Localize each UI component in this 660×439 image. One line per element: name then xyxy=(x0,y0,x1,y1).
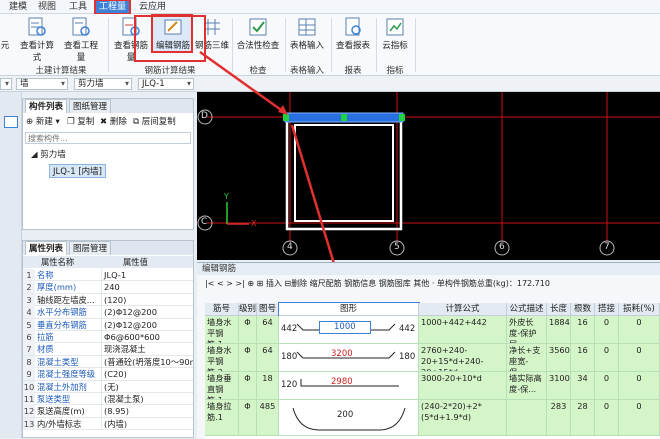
grid-header-cell: 长度 xyxy=(547,303,571,316)
grid-cell-fig[interactable]: 485 xyxy=(257,400,279,436)
grid-cell-grade[interactable]: Φ xyxy=(239,372,257,400)
rebar-grid: 筋号 级别 图号 图形 计算公式 公式描述 长度 根数 搭接 损耗(%) 墙身水平钢筋.1 Φ 64 4… xyxy=(205,302,660,439)
shape-right-value[interactable]: 442 xyxy=(399,324,415,335)
grid-cell-formula[interactable]: 2760+240-20+15*d+240-20+15*d xyxy=(419,344,507,372)
grid-cell-desc[interactable] xyxy=(507,400,547,436)
grid-cell-lap[interactable]: 0 xyxy=(595,400,619,436)
grid-cell-count[interactable]: 16 xyxy=(571,344,595,372)
grid-header-cell: 筋号 xyxy=(205,303,239,316)
grid-header-cell: 图形 xyxy=(278,302,420,317)
grid-cell-formula[interactable]: 3000-20+10*d xyxy=(419,372,507,400)
rebar-editor-panel: 编辑钢筋 |< < > >| ⊕ ⊞ 插入 ⊟删除 缩尺配筋 钢筋信息 钢筋图库… xyxy=(197,262,660,439)
grid-cell-grade[interactable]: Φ xyxy=(239,400,257,436)
grid-cell-name[interactable]: 墙身垂直钢筋.1 xyxy=(205,372,239,400)
shape-mid-value[interactable]: 200 xyxy=(337,410,353,421)
grid-header-cell: 搭接 xyxy=(595,303,619,316)
grid-cell-loss[interactable]: 0 xyxy=(619,316,660,344)
grid-cell-count[interactable]: 28 xyxy=(571,400,595,436)
shape-mid-value[interactable]: 1000 xyxy=(319,321,371,334)
grid-header-cell: 损耗(%) xyxy=(619,303,660,316)
grid-header-cell: 计算公式 xyxy=(419,303,507,316)
grid-cell-loss[interactable]: 0 xyxy=(619,344,660,372)
grid-cell-len[interactable]: 3560 xyxy=(547,344,571,372)
rebar-shape-cell[interactable]: 180 3200 180 xyxy=(279,344,419,372)
shape-mid-value[interactable]: 2980 xyxy=(331,377,353,388)
grid-cell-fig[interactable]: 64 xyxy=(257,344,279,372)
grid-cell-lap[interactable]: 0 xyxy=(595,372,619,400)
grid-cell-count[interactable]: 16 xyxy=(571,316,595,344)
grid-cell-formula[interactable]: 1000+442+442 xyxy=(419,316,507,344)
shape-left-value[interactable]: 180 xyxy=(281,352,297,363)
grid-cell-lap[interactable]: 0 xyxy=(595,316,619,344)
grid-header-cell: 级别 xyxy=(239,303,257,316)
rebar-shape-cell[interactable]: 120 2980 xyxy=(279,372,419,400)
grid-cell-len[interactable]: 283 xyxy=(547,400,571,436)
rebar-shape-cell[interactable]: 442 1000 442 xyxy=(279,316,419,344)
grid-cell-formula[interactable]: (240-2*20)+2*(5*d+1.9*d) xyxy=(419,400,507,436)
grid-cell-loss[interactable]: 0 xyxy=(619,372,660,400)
grid-cell-desc[interactable]: 外皮长度-保护层... xyxy=(507,316,547,344)
grid-cell-name[interactable]: 墙身水平钢筋.2 xyxy=(205,344,239,372)
grid-cell-name[interactable]: 墙身水平钢筋.1 xyxy=(205,316,239,344)
shape-left-value[interactable]: 442 xyxy=(281,324,297,335)
grid-cell-fig[interactable]: 64 xyxy=(257,316,279,344)
grid-cell-count[interactable]: 34 xyxy=(571,372,595,400)
grid-cell-len[interactable]: 1884 xyxy=(547,316,571,344)
grid-cell-grade[interactable]: Φ xyxy=(239,316,257,344)
editor-title: 编辑钢筋 xyxy=(197,263,660,275)
rebar-shape-cell[interactable]: 200 xyxy=(279,400,419,436)
shape-left-value[interactable]: 120 xyxy=(281,380,297,391)
grid-header-cell: 根数 xyxy=(571,303,595,316)
editor-toolbar[interactable]: |< < > >| ⊕ ⊞ 插入 ⊟删除 缩尺配筋 钢筋信息 钢筋图库 其他 ·… xyxy=(205,277,660,291)
grid-cell-name[interactable]: 墙身拉筋.1 xyxy=(205,400,239,436)
grid-cell-desc[interactable]: 墙实际高度-保... xyxy=(507,372,547,400)
grid-cell-loss[interactable]: 0 xyxy=(619,400,660,436)
grid-cell-lap[interactable]: 0 xyxy=(595,344,619,372)
grid-cell-desc[interactable]: 净长+支座宽-保... xyxy=(507,344,547,372)
grid-cell-fig[interactable]: 18 xyxy=(257,372,279,400)
shape-right-value[interactable]: 180 xyxy=(399,352,415,363)
grid-header-cell: 图号 xyxy=(257,303,279,316)
grid-cell-grade[interactable]: Φ xyxy=(239,344,257,372)
grid-cell-len[interactable]: 3100 xyxy=(547,372,571,400)
shape-mid-value[interactable]: 3200 xyxy=(331,349,353,360)
grid-header-cell: 公式描述 xyxy=(507,303,547,316)
